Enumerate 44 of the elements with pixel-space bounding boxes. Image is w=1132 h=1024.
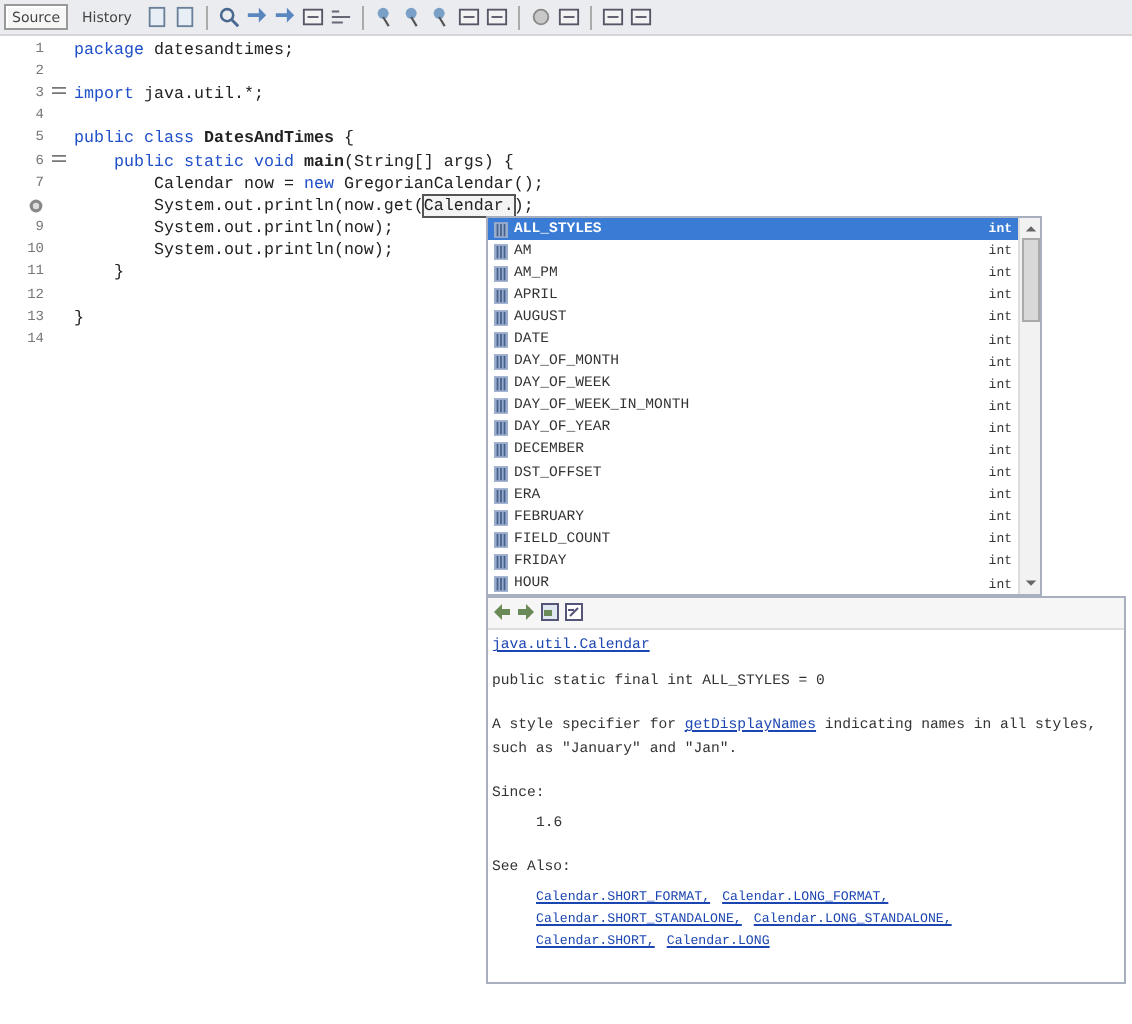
search-icon[interactable] bbox=[217, 6, 240, 28]
forward-icon[interactable] bbox=[516, 602, 536, 622]
pin-icon[interactable] bbox=[401, 6, 424, 28]
field-icon bbox=[494, 509, 508, 526]
arrow-icon[interactable] bbox=[273, 6, 296, 28]
field-icon bbox=[494, 221, 508, 238]
field-icon bbox=[494, 287, 508, 304]
field-icon bbox=[494, 376, 508, 393]
code-line: import java.util.*; bbox=[74, 83, 264, 104]
code-line: } bbox=[111, 262, 124, 283]
field-icon bbox=[494, 398, 508, 415]
field-icon bbox=[494, 332, 508, 349]
hint-icon[interactable] bbox=[28, 197, 44, 214]
field-icon bbox=[494, 531, 508, 548]
field-icon bbox=[494, 420, 508, 437]
field-icon bbox=[494, 442, 508, 459]
code-line: System.out.println(now); bbox=[151, 218, 394, 239]
code-line: System.out.println(now); bbox=[151, 240, 394, 261]
circle-icon[interactable] bbox=[529, 6, 552, 28]
code-line: } bbox=[74, 307, 84, 328]
field-icon bbox=[494, 576, 508, 593]
lines-icon[interactable] bbox=[329, 6, 352, 28]
field-icon bbox=[494, 309, 508, 326]
source-icon[interactable] bbox=[564, 602, 584, 622]
field-icon bbox=[494, 465, 508, 482]
back-icon[interactable] bbox=[492, 602, 512, 622]
field-icon bbox=[494, 354, 508, 371]
field-icon bbox=[494, 265, 508, 282]
scrollbar[interactable] bbox=[1018, 218, 1040, 594]
pin-icon[interactable] bbox=[373, 6, 396, 28]
field-icon bbox=[494, 487, 508, 504]
code-line: package datesandtimes; bbox=[74, 39, 294, 60]
arrow-icon[interactable] bbox=[245, 6, 268, 28]
pin-icon[interactable] bbox=[429, 6, 452, 28]
code-line: Calendar now = new GregorianCalendar(); bbox=[151, 173, 544, 194]
code-line: System.out.println(now.get(Calendar.); bbox=[151, 195, 534, 216]
field-icon bbox=[494, 243, 508, 260]
scroll-down-icon[interactable] bbox=[1023, 578, 1037, 590]
code-line: public static void main(String[] args) { bbox=[111, 151, 514, 172]
scrollbar-thumb[interactable] bbox=[1021, 238, 1039, 322]
scroll-up-icon[interactable] bbox=[1023, 222, 1037, 234]
code-line: public class DatesAndTimes { bbox=[74, 128, 354, 149]
field-icon bbox=[494, 553, 508, 570]
browser-icon[interactable] bbox=[540, 602, 560, 622]
